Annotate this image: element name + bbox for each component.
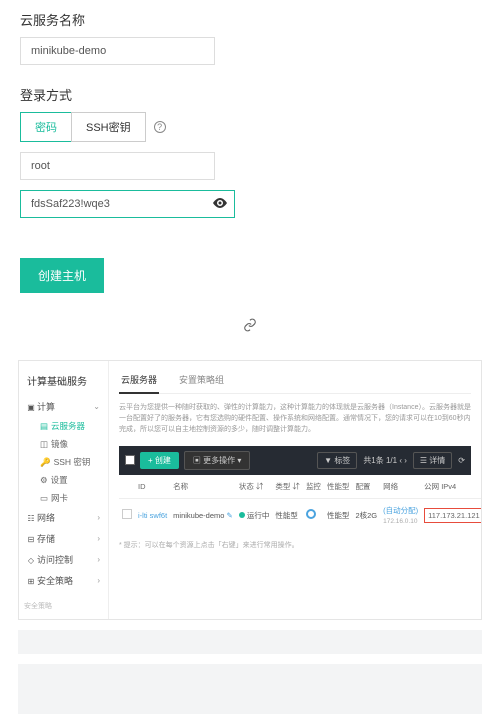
description-text: 云平台为您提供一种随时获取的、弹性的计算能力，这种计算能力的体现就是云服务器（I…	[119, 402, 471, 436]
help-icon[interactable]: ?	[154, 121, 166, 133]
table-header[interactable]: ID	[135, 475, 170, 499]
main-panel: 云服务器 安置策略组 云平台为您提供一种随时获取的、弹性的计算能力，这种计算能力…	[109, 361, 481, 619]
sidebar-group-storage[interactable]: ⊟存储›	[24, 528, 103, 549]
toolbar-detail-button[interactable]: ☰ 详情	[413, 452, 452, 469]
table-header[interactable]: 类型 ⇵	[272, 475, 303, 499]
sidebar-footer: 安全策略	[24, 601, 103, 611]
table-header[interactable]: 配置	[352, 475, 380, 499]
table-header[interactable]: 名称	[170, 475, 236, 499]
tab-password[interactable]: 密码	[20, 112, 72, 142]
name-label: 云服务名称	[20, 10, 480, 29]
login-method-label: 登录方式	[20, 85, 480, 104]
status-dot-icon	[239, 512, 245, 518]
toolbar-tag-filter[interactable]: ▼ 标签	[317, 452, 357, 469]
sidebar-group-compute[interactable]: ▣计算⌄	[24, 396, 103, 417]
table-header[interactable]: 状态 ⇵	[236, 475, 273, 499]
instance-type: 性能型	[272, 498, 303, 532]
public-ip-box[interactable]: 117.173.21.121	[424, 508, 481, 523]
sidebar-item-image[interactable]: ◫镜像	[24, 435, 103, 453]
table-row[interactable]: i-lti swf6t minikube-demo ✎ 运行中 性能型 性能型 …	[119, 498, 481, 532]
status-text: 运行中	[247, 511, 270, 520]
table-header[interactable]: 公网 IPv4	[421, 475, 481, 499]
sidebar-group-network[interactable]: ☷网络›	[24, 507, 103, 528]
toolbar-pager[interactable]: 共1条 1/1 ‹ ›	[363, 455, 407, 466]
placeholder-block	[18, 664, 482, 714]
table-header[interactable]	[119, 475, 135, 499]
network-ip[interactable]: 172.16.0.10	[383, 518, 417, 525]
row-checkbox[interactable]	[122, 509, 132, 519]
toolbar-more-button[interactable]: ▣ 更多操作 ▾	[184, 451, 250, 470]
main-tab-recycle[interactable]: 安置策略组	[177, 369, 226, 393]
username-input[interactable]	[20, 152, 215, 180]
link-icon	[0, 303, 500, 350]
toolbar-checkbox[interactable]	[125, 455, 135, 465]
sidebar-group-access[interactable]: ◇访问控制›	[24, 549, 103, 570]
main-tab-list[interactable]: 云服务器	[119, 369, 159, 394]
instance-table: ID名称状态 ⇵类型 ⇵监控性能型配置网络公网 IPv4计费模式 ⇵自动续约 /…	[119, 475, 481, 532]
create-host-button[interactable]: 创建主机	[20, 258, 104, 293]
sidebar-item-nic[interactable]: ▭网卡	[24, 489, 103, 507]
sidebar-item-ssh-key[interactable]: 🔑SSH 密钥	[24, 453, 103, 471]
instance-id[interactable]: i-lti swf6t	[138, 511, 167, 520]
sidebar: 计算基础服务 ▣计算⌄ ▤云服务器 ◫镜像 🔑SSH 密钥 ⚙设置 ▭网卡 ☷网…	[19, 361, 109, 619]
password-input[interactable]	[20, 190, 235, 218]
sidebar-item-settings[interactable]: ⚙设置	[24, 471, 103, 489]
service-name-input[interactable]	[20, 37, 215, 65]
instance-config: 2核2G	[352, 498, 380, 532]
hint-note: * 提示：可以在每个资源上点击「右键」来进行常用操作。	[119, 540, 471, 550]
eye-icon[interactable]	[213, 197, 227, 211]
toolbar-create-button[interactable]: + 创建	[140, 452, 179, 469]
instance-perf: 性能型	[324, 498, 353, 532]
console-panel: 计算基础服务 ▣计算⌄ ▤云服务器 ◫镜像 🔑SSH 密钥 ⚙设置 ▭网卡 ☷网…	[18, 360, 482, 620]
tab-ssh-key[interactable]: SSH密钥	[71, 112, 146, 142]
instance-name: minikube-demo	[173, 511, 224, 520]
sidebar-title: 计算基础服务	[24, 369, 103, 396]
sidebar-group-security[interactable]: ⊞安全策略›	[24, 570, 103, 591]
monitor-icon[interactable]	[306, 509, 316, 519]
toolbar: + 创建 ▣ 更多操作 ▾ ▼ 标签 共1条 1/1 ‹ › ☰ 详情 ⟳	[119, 446, 471, 475]
placeholder-block	[18, 630, 482, 654]
table-header[interactable]: 监控	[303, 475, 324, 499]
table-header[interactable]: 性能型	[324, 475, 353, 499]
sidebar-item-cloud-server[interactable]: ▤云服务器	[24, 417, 103, 435]
table-header[interactable]: 网络	[380, 475, 421, 499]
edit-name-icon[interactable]: ✎	[227, 511, 233, 520]
toolbar-refresh-button[interactable]: ⟳	[458, 456, 465, 465]
network-label[interactable]: (自动分配)	[383, 506, 418, 515]
